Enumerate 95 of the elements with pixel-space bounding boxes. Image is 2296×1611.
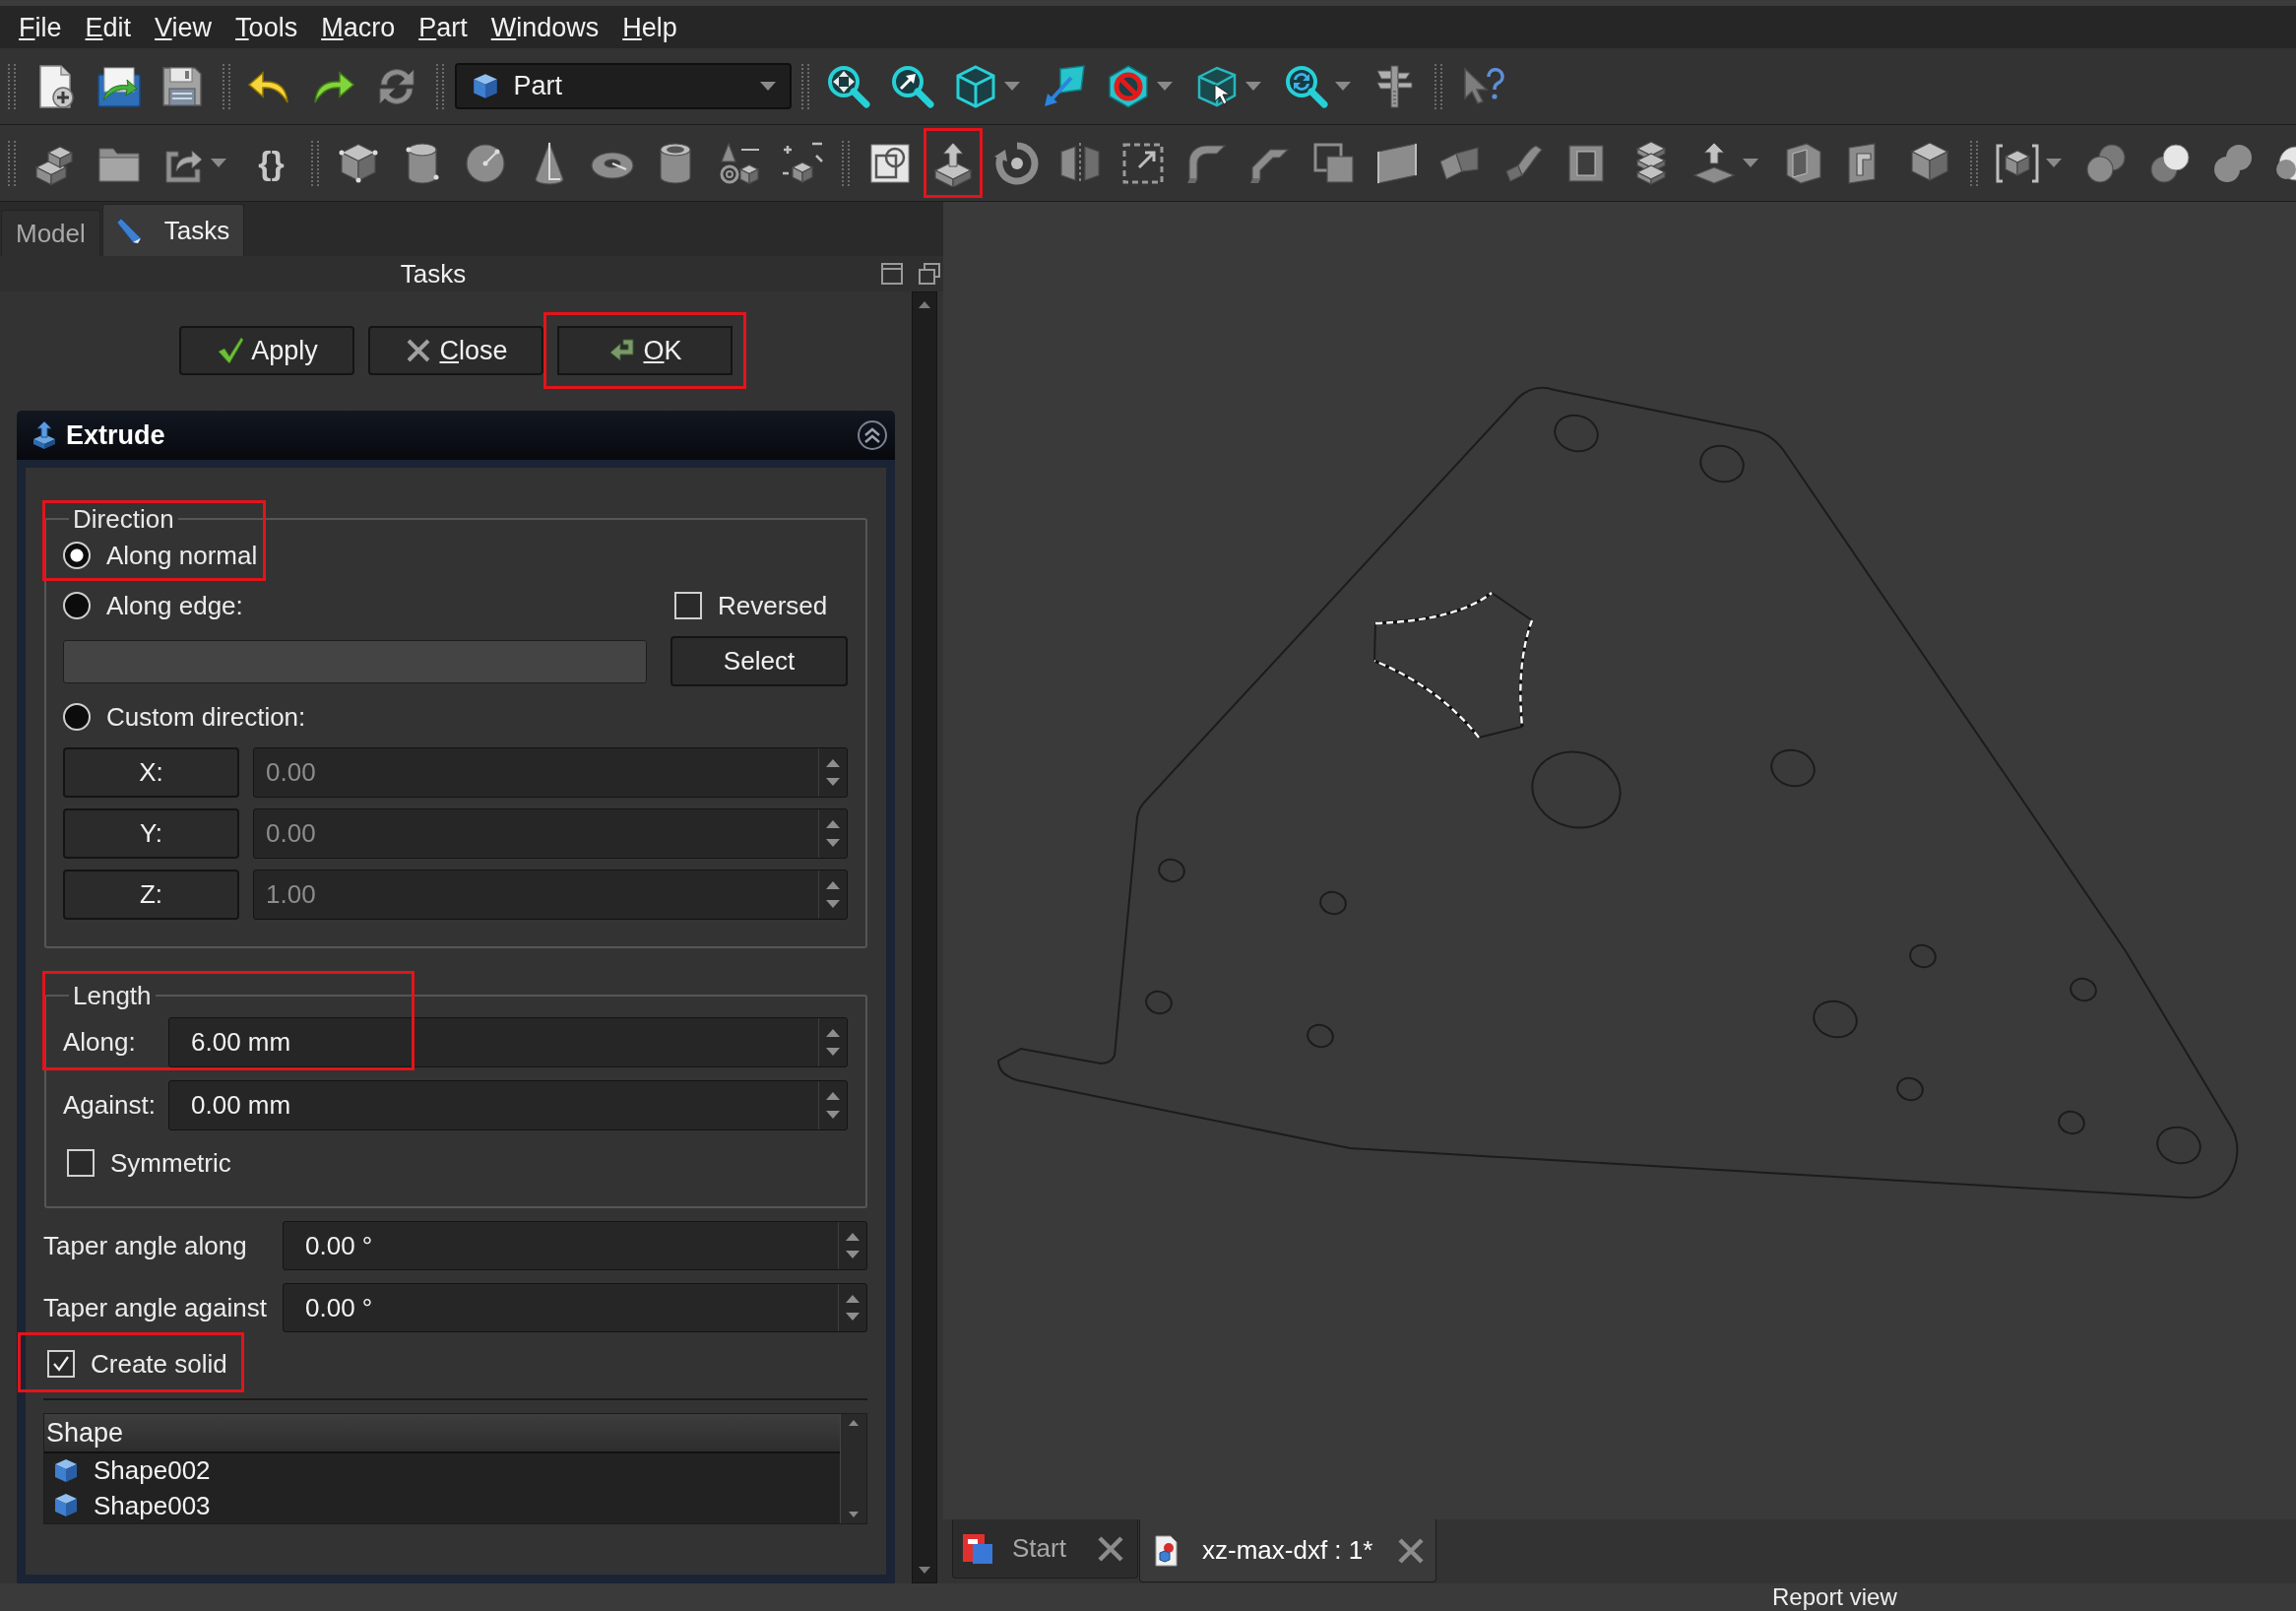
- toolbar-handle: [8, 63, 16, 109]
- close-button[interactable]: Close: [368, 326, 543, 375]
- select-button[interactable]: Select: [670, 636, 848, 686]
- caret-icon[interactable]: [1742, 158, 1758, 168]
- panel-tab[interactable]: Model: [1, 210, 100, 256]
- menu-item[interactable]: Help: [610, 10, 689, 44]
- toolbar-handle: [8, 140, 16, 186]
- hole: [1307, 1023, 1334, 1049]
- hole: [1145, 990, 1173, 1015]
- hole: [1699, 444, 1745, 483]
- spin-box[interactable]: 6.00 mm: [168, 1017, 848, 1067]
- hole: [1813, 999, 1858, 1039]
- hole: [2156, 1126, 2201, 1165]
- caret-icon[interactable]: [1334, 81, 1351, 92]
- down-caret-icon[interactable]: [846, 1313, 860, 1321]
- apply-button[interactable]: Apply: [179, 326, 354, 375]
- radio-button[interactable]: Along edge:: [63, 586, 243, 625]
- up-caret-icon[interactable]: [919, 300, 930, 308]
- menu-item[interactable]: Tools: [223, 10, 310, 44]
- workbench-selector[interactable]: Part: [454, 63, 792, 109]
- field-label: Along:: [63, 1027, 137, 1058]
- panel-title: Extrude: [66, 419, 166, 451]
- document-tab[interactable]: xz-max-dxf : 1*: [1139, 1519, 1436, 1582]
- checkbox[interactable]: Symmetric: [67, 1143, 231, 1183]
- app-logo-icon: [961, 1531, 994, 1566]
- menu-item[interactable]: Windows: [478, 10, 611, 44]
- panel-tab[interactable]: Tasks: [101, 204, 245, 256]
- menu-item[interactable]: Edit: [73, 10, 144, 44]
- toolbar-handle: [800, 63, 809, 109]
- hole: [1158, 858, 1185, 883]
- spin-box[interactable]: 0.00 °: [283, 1221, 867, 1270]
- menu-item[interactable]: File: [7, 10, 74, 44]
- column-header: Shape: [44, 1414, 840, 1454]
- radio-button[interactable]: Custom direction:: [63, 697, 306, 737]
- down-caret-icon[interactable]: [826, 1047, 840, 1057]
- group-title: Direction: [72, 504, 175, 534]
- document-icon: [1154, 1534, 1179, 1567]
- scrollbar[interactable]: [840, 1414, 866, 1523]
- code-braces-button[interactable]: {}: [241, 128, 301, 198]
- ok-button[interactable]: OK: [543, 312, 746, 389]
- toolbar-handle: [310, 140, 319, 186]
- panel-title: Report view: [1772, 1583, 1897, 1610]
- field-label: Taper angle against: [43, 1292, 268, 1323]
- menu-item[interactable]: View: [143, 10, 224, 44]
- hole: [1909, 943, 1937, 969]
- close-icon[interactable]: [1396, 1535, 1427, 1566]
- toolbar-handle: [222, 63, 230, 109]
- down-caret-icon[interactable]: [826, 1110, 840, 1120]
- down-caret-icon[interactable]: [849, 1512, 859, 1517]
- hole: [1554, 414, 1599, 453]
- up-caret-icon[interactable]: [846, 1232, 860, 1241]
- list-item[interactable]: Shape002: [44, 1453, 840, 1489]
- list-item[interactable]: Shape003: [44, 1488, 840, 1523]
- group-title: Length: [72, 981, 153, 1010]
- field-label: Against:: [63, 1090, 157, 1121]
- toolbar-handle: [842, 140, 851, 186]
- caret-icon[interactable]: [1245, 81, 1262, 92]
- up-caret-icon[interactable]: [849, 1420, 859, 1426]
- down-caret-icon[interactable]: [846, 1251, 860, 1259]
- hole: [1896, 1076, 1924, 1102]
- caret-icon[interactable]: [759, 81, 776, 92]
- hole: [2058, 1110, 2085, 1135]
- toolbar-handle: [436, 63, 445, 109]
- caret-icon[interactable]: [1156, 81, 1173, 92]
- checkbox[interactable]: Reversed: [674, 586, 828, 625]
- caret-icon[interactable]: [211, 158, 227, 168]
- menu-item[interactable]: Macro: [309, 10, 408, 44]
- collapse-icon[interactable]: [857, 419, 888, 451]
- up-caret-icon[interactable]: [846, 1294, 860, 1303]
- menu-item[interactable]: Part: [407, 10, 479, 44]
- hole: [1770, 748, 1816, 788]
- toolbar-button[interactable]: [924, 128, 984, 198]
- toolbar-handle: [1969, 140, 1978, 186]
- cube-icon: [52, 1456, 80, 1485]
- up-caret-icon[interactable]: [826, 1091, 840, 1101]
- checkmark-icon: [216, 336, 246, 365]
- panel-title: Tasks: [399, 258, 468, 290]
- overlapping-windows-icon[interactable]: [918, 262, 941, 286]
- hole: [2070, 977, 2097, 1002]
- checkbox[interactable]: Create solid: [18, 1332, 244, 1392]
- extrude-icon: [31, 419, 58, 451]
- down-caret-icon[interactable]: [919, 1567, 930, 1575]
- caret-icon[interactable]: [2045, 158, 2062, 168]
- spin-box[interactable]: 0.00 °: [283, 1283, 867, 1332]
- spin-box[interactable]: 0.00 mm: [168, 1080, 848, 1130]
- caret-icon[interactable]: [1004, 81, 1021, 92]
- toolbar-handle: [1435, 63, 1443, 109]
- scrollbar[interactable]: [912, 291, 937, 1583]
- window-icon[interactable]: [880, 262, 904, 286]
- close-icon[interactable]: [1096, 1533, 1125, 1564]
- up-caret-icon[interactable]: [826, 1028, 840, 1038]
- hole: [1319, 890, 1347, 916]
- document-tab[interactable]: Start: [952, 1519, 1138, 1579]
- checkmark-icon: [51, 1354, 71, 1374]
- field-label: Taper angle along: [43, 1230, 248, 1261]
